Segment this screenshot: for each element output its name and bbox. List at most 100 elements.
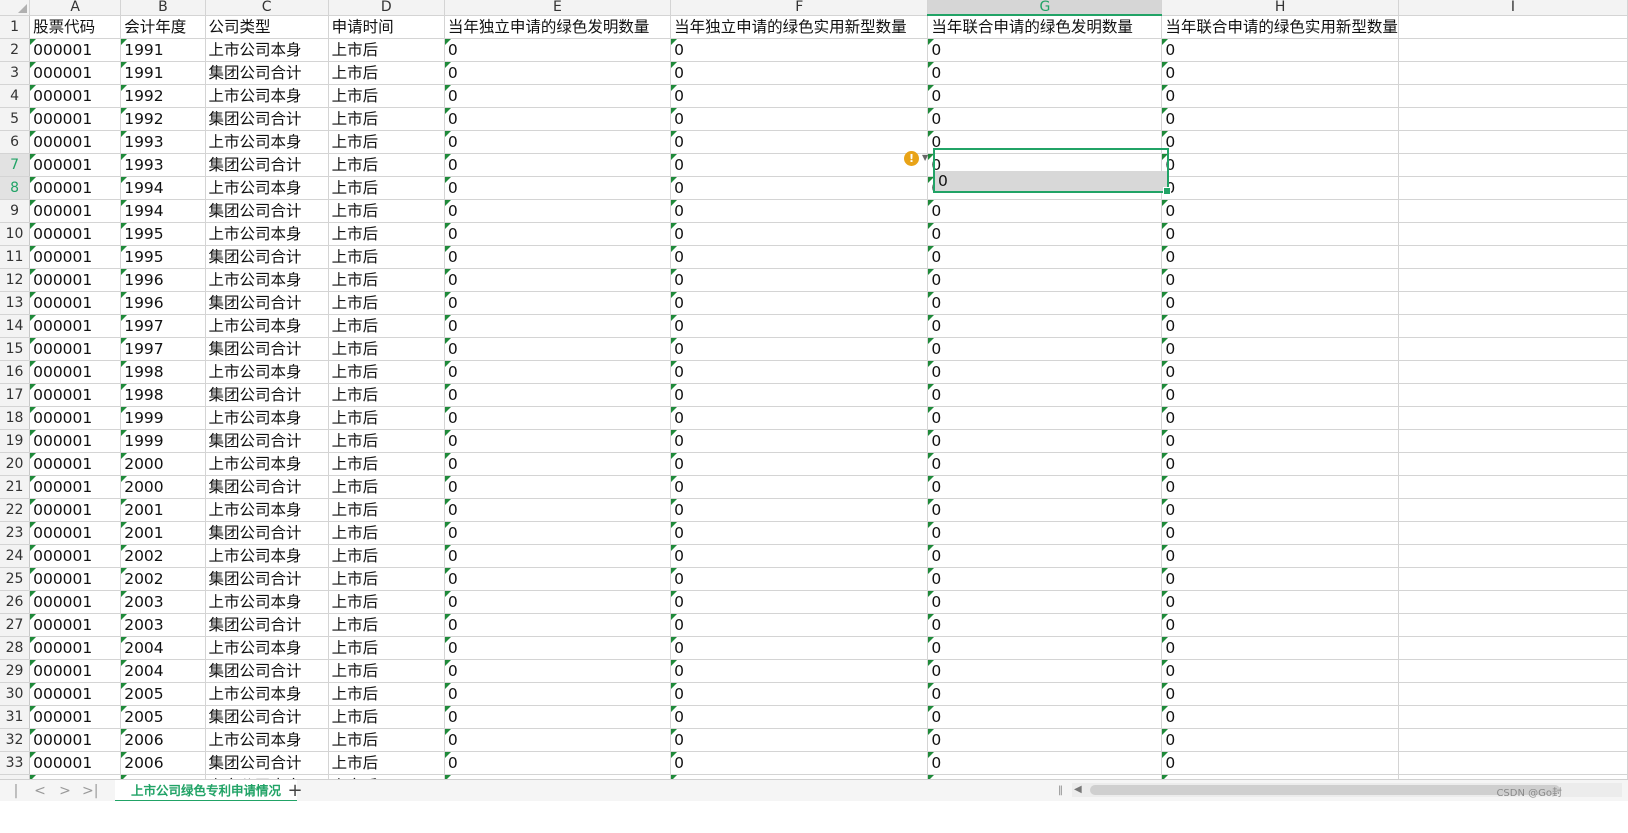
cell-apply-time[interactable]: 上市后: [328, 176, 445, 200]
cell-stock-code[interactable]: 000001: [29, 176, 122, 200]
cell-stock-code[interactable]: 000001: [29, 521, 122, 545]
cell-apply-time[interactable]: 上市后: [328, 291, 445, 315]
cell-f[interactable]: 0: [670, 498, 929, 522]
cell-f[interactable]: 0: [670, 291, 929, 315]
cell-g[interactable]: 0: [927, 429, 1163, 453]
sheet-tab-active[interactable]: 上市公司绿色专利申请情况: [115, 780, 298, 802]
cell-stock-code[interactable]: 000001: [29, 406, 122, 430]
cell-f[interactable]: 0: [670, 360, 929, 384]
cell-i[interactable]: [1398, 107, 1628, 131]
cell-i[interactable]: [1398, 406, 1628, 430]
cell-h[interactable]: 0: [1161, 383, 1399, 407]
row-header[interactable]: 31: [0, 705, 31, 729]
cell-h[interactable]: 0: [1161, 268, 1399, 292]
row-header[interactable]: 16: [0, 360, 31, 384]
row-header[interactable]: 7: [0, 153, 31, 177]
cell-year[interactable]: 2002: [120, 567, 206, 591]
cell-apply-time[interactable]: 上市后: [328, 567, 445, 591]
cell-h[interactable]: 0: [1161, 38, 1399, 62]
cell-h[interactable]: 0: [1161, 337, 1399, 361]
cell-e[interactable]: 0: [444, 383, 672, 407]
cell-i[interactable]: [1398, 314, 1628, 338]
cell-year[interactable]: 1993: [120, 153, 206, 177]
cell-company-type[interactable]: 集团公司合计: [205, 199, 329, 223]
cell-year[interactable]: 1994: [120, 199, 206, 223]
cell-company-type[interactable]: 上市公司本身: [205, 314, 329, 338]
cell-apply-time[interactable]: 上市后: [328, 245, 445, 269]
cell-g[interactable]: 0: [927, 751, 1163, 775]
cell-year[interactable]: 2006: [120, 751, 206, 775]
cell-company-type[interactable]: 上市公司本身: [205, 84, 329, 108]
scroll-splitter-icon[interactable]: ‖: [1058, 785, 1063, 796]
cell-h[interactable]: 0: [1161, 751, 1399, 775]
cell-h[interactable]: 0: [1161, 521, 1399, 545]
cell-g[interactable]: 0: [927, 498, 1163, 522]
row-header[interactable]: 4: [0, 84, 31, 108]
cell-apply-time[interactable]: 上市后: [328, 613, 445, 637]
cell-company-type[interactable]: 集团公司合计: [205, 567, 329, 591]
row-header[interactable]: 14: [0, 314, 31, 338]
cell-stock-code[interactable]: 000001: [29, 314, 122, 338]
row-header[interactable]: 23: [0, 521, 31, 545]
column-header-c[interactable]: C: [205, 0, 329, 16]
cell-g[interactable]: 0: [927, 682, 1163, 706]
cell-f[interactable]: 0: [670, 61, 929, 85]
cell-apply-time[interactable]: 上市后: [328, 38, 445, 62]
cell-apply-time[interactable]: 上市后: [328, 705, 445, 729]
cell-stock-code[interactable]: 000001: [29, 751, 122, 775]
cell-apply-time[interactable]: 上市后: [328, 521, 445, 545]
cell-year[interactable]: 1997: [120, 337, 206, 361]
cell-f[interactable]: 0: [670, 84, 929, 108]
cell-e[interactable]: 0: [444, 728, 672, 752]
cell-year[interactable]: 1995: [120, 222, 206, 246]
cell-h[interactable]: 0: [1161, 659, 1399, 683]
cell-e[interactable]: 0: [444, 705, 672, 729]
cell-company-type[interactable]: 上市公司本身: [205, 222, 329, 246]
cell-company-type[interactable]: 上市公司本身: [205, 544, 329, 568]
cell-i[interactable]: [1398, 521, 1628, 545]
cell-f[interactable]: 0: [670, 406, 929, 430]
cell-f[interactable]: 0: [670, 682, 929, 706]
cell-apply-time[interactable]: 上市后: [328, 498, 445, 522]
cell-f[interactable]: 0: [670, 429, 929, 453]
cell-i[interactable]: [1398, 222, 1628, 246]
cell-stock-code[interactable]: 000001: [29, 38, 122, 62]
column-header-h[interactable]: H: [1161, 0, 1399, 16]
column-header-d[interactable]: D: [328, 0, 445, 16]
row-header[interactable]: 27: [0, 613, 31, 637]
cell-h[interactable]: 0: [1161, 314, 1399, 338]
cell-h[interactable]: 0: [1161, 728, 1399, 752]
cell-stock-code[interactable]: 000001: [29, 199, 122, 223]
cell-g[interactable]: 0: [927, 475, 1163, 499]
cell-h[interactable]: 0: [1161, 360, 1399, 384]
cell-f[interactable]: 0: [670, 521, 929, 545]
cell-e[interactable]: 0: [444, 130, 672, 154]
cell-f[interactable]: 0: [670, 544, 929, 568]
cell-year[interactable]: 2003: [120, 590, 206, 614]
cell-f[interactable]: 0: [670, 728, 929, 752]
cell-e[interactable]: 0: [444, 521, 672, 545]
row-header[interactable]: 26: [0, 590, 31, 614]
cell-h[interactable]: 0: [1161, 222, 1399, 246]
cell-g[interactable]: 0: [927, 199, 1163, 223]
cell-company-type[interactable]: 上市公司本身: [205, 452, 329, 476]
cell-g[interactable]: 0: [927, 383, 1163, 407]
cell-i[interactable]: [1398, 705, 1628, 729]
cell-apply-time[interactable]: 上市后: [328, 84, 445, 108]
cell-apply-time[interactable]: 上市后: [328, 337, 445, 361]
cell-e[interactable]: 0: [444, 107, 672, 131]
cell-year[interactable]: 1995: [120, 245, 206, 269]
cell-g[interactable]: 0: [927, 222, 1163, 246]
cell-year[interactable]: 2004: [120, 659, 206, 683]
cell-i[interactable]: [1398, 613, 1628, 637]
cell-g[interactable]: 0: [927, 406, 1163, 430]
cell-h[interactable]: 0: [1161, 544, 1399, 568]
cell-year[interactable]: 1999: [120, 429, 206, 453]
cell-e[interactable]: 0: [444, 406, 672, 430]
cell-f[interactable]: 0: [670, 590, 929, 614]
cell-apply-time[interactable]: 上市后: [328, 728, 445, 752]
row-header[interactable]: 33: [0, 751, 31, 775]
cell-i[interactable]: [1398, 682, 1628, 706]
row-header[interactable]: 29: [0, 659, 31, 683]
column-header-a[interactable]: A: [29, 0, 122, 16]
